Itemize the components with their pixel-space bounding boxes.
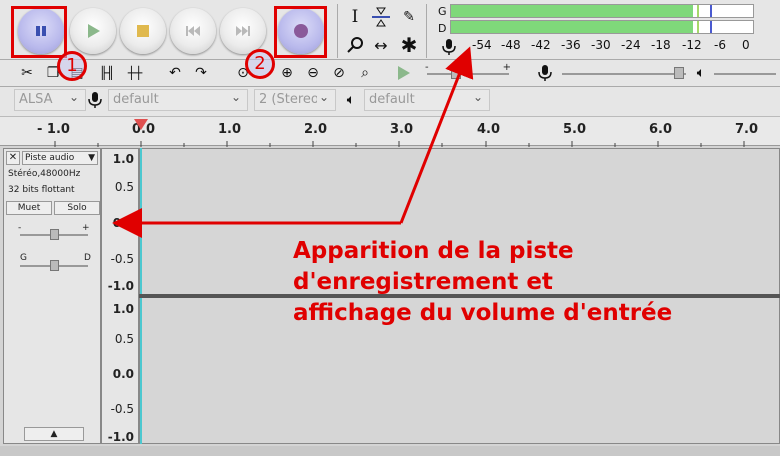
annotation-line: d'enregistrement et bbox=[293, 269, 553, 295]
annotation-line: Apparition de la piste bbox=[293, 238, 574, 264]
annotation-arrows bbox=[112, 46, 474, 238]
annotation-text: Apparition de la piste d'enregistrement … bbox=[293, 236, 773, 329]
arrow-to-meter bbox=[399, 46, 474, 224]
annotation-line: affichage du volume d'entrée bbox=[293, 300, 673, 326]
